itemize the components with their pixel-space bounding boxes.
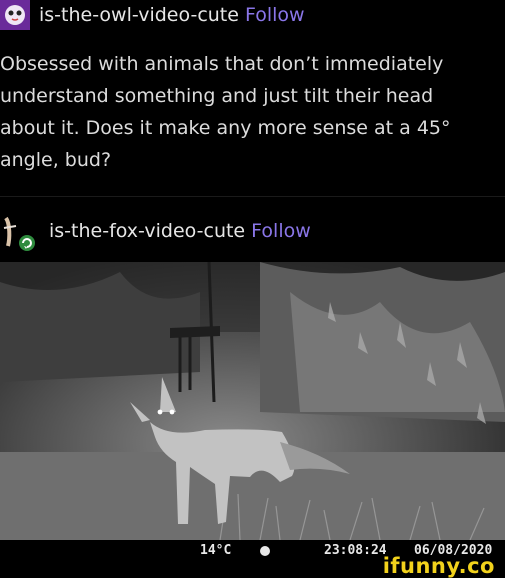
follow-button[interactable]: Follow (251, 220, 311, 242)
post-body-text: Obsessed with animals that don’t immedia… (0, 53, 451, 171)
footer: ifunny.co (0, 555, 505, 578)
owl-username-link[interactable]: is-the-owl-video-cute (39, 4, 239, 26)
temperature-readout: 14°C (200, 543, 232, 558)
ifunny-watermark: ifunny.co (382, 554, 495, 578)
fox-username-link[interactable]: is-the-fox-video-cute (49, 220, 245, 242)
moon-phase-icon (260, 546, 270, 556)
time-readout: 23:08:24 (324, 543, 387, 558)
follow-button[interactable]: Follow (245, 4, 305, 26)
fox-user-avatar[interactable] (0, 214, 40, 254)
original-post-header: is-the-fox-video-cute Follow (0, 197, 505, 260)
owl-user-avatar[interactable] (0, 0, 30, 30)
night-trail-camera-photo (0, 262, 505, 540)
reblog-post: is-the-owl-video-cute Follow Obsessed wi… (0, 0, 505, 196)
post-header: is-the-owl-video-cute Follow (39, 2, 305, 28)
